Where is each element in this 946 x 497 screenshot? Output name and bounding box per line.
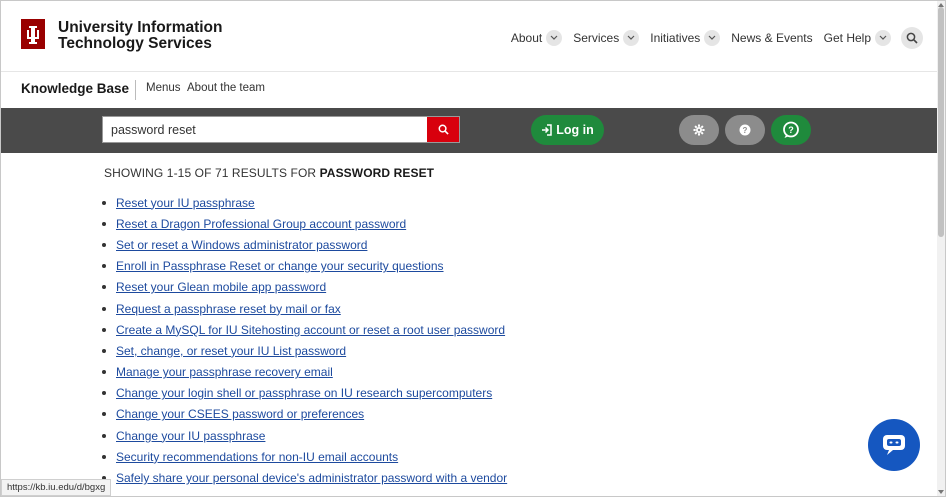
list-item: Reset your Glean mobile app password bbox=[102, 277, 507, 298]
list-item: Reset your IU passphrase bbox=[102, 192, 507, 213]
list-item: Change your login shell or passphrase on… bbox=[102, 383, 507, 404]
result-link[interactable]: Manage your passphrase recovery email bbox=[116, 365, 333, 379]
result-link[interactable]: Reset a Dragon Professional Group accoun… bbox=[116, 217, 406, 231]
divider bbox=[135, 80, 136, 100]
search-results: SHOWING 1-15 OF 71 RESULTS FOR PASSWORD … bbox=[102, 166, 507, 489]
result-link[interactable]: Reset your Glean mobile app password bbox=[116, 280, 326, 294]
result-link[interactable]: Create a MySQL for IU Sitehosting accoun… bbox=[116, 323, 505, 337]
bullet bbox=[102, 348, 106, 353]
bullet bbox=[102, 221, 106, 226]
list-item: Reset a Dragon Professional Group accoun… bbox=[102, 213, 507, 234]
list-item: Change your IU passphrase bbox=[102, 425, 507, 446]
chevron-down-icon[interactable] bbox=[875, 30, 891, 46]
bullet bbox=[102, 200, 106, 205]
kb-toolbar: Log in ? ? bbox=[1, 108, 937, 153]
site-header: University Information Technology Servic… bbox=[1, 1, 937, 72]
nav-services[interactable]: Services bbox=[573, 30, 640, 46]
result-link[interactable]: Set or reset a Windows administrator pas… bbox=[116, 238, 367, 252]
list-item: Create a MySQL for IU Sitehosting accoun… bbox=[102, 319, 507, 340]
result-link[interactable]: Request a passphrase reset by mail or fa… bbox=[116, 302, 341, 316]
login-icon bbox=[542, 124, 552, 136]
nav-about-label: About bbox=[510, 31, 543, 45]
list-item: Set, change, or reset your IU List passw… bbox=[102, 340, 507, 361]
kb-title[interactable]: Knowledge Base bbox=[21, 81, 129, 96]
nav-about[interactable]: About bbox=[510, 30, 563, 46]
nav-services-label: Services bbox=[573, 31, 620, 45]
list-item: Manage your passphrase recovery email bbox=[102, 362, 507, 383]
result-link[interactable]: Change your IU passphrase bbox=[116, 429, 265, 443]
nav-initiatives[interactable]: Initiatives bbox=[650, 30, 721, 46]
search-icon[interactable] bbox=[901, 27, 923, 49]
search-input[interactable] bbox=[103, 117, 443, 142]
svg-text:?: ? bbox=[743, 126, 748, 135]
bullet bbox=[102, 306, 106, 311]
nav-get-help-label: Get Help bbox=[823, 31, 871, 45]
list-item: Set or reset a Windows administrator pas… bbox=[102, 234, 507, 255]
brand-line-1: University Information bbox=[58, 19, 223, 36]
bullet bbox=[102, 433, 106, 438]
chatbot-button[interactable] bbox=[868, 419, 920, 471]
bullet bbox=[102, 454, 106, 459]
bullet bbox=[102, 412, 106, 417]
search-icon bbox=[438, 124, 449, 135]
help-icon[interactable]: ? bbox=[725, 115, 765, 145]
result-link[interactable]: Security recommendations for non-IU emai… bbox=[116, 450, 398, 464]
browser-status-url: https://kb.iu.edu/d/bgxg bbox=[1, 479, 112, 496]
result-link[interactable]: Change your login shell or passphrase on… bbox=[116, 386, 492, 400]
nav-news-events[interactable]: News & Events bbox=[731, 31, 812, 45]
chevron-down-icon[interactable] bbox=[623, 30, 640, 46]
nav-news-events-label: News & Events bbox=[731, 31, 813, 45]
result-link[interactable]: Enroll in Passphrase Reset or change you… bbox=[116, 259, 444, 273]
results-summary-prefix: SHOWING 1-15 OF 71 RESULTS FOR bbox=[104, 166, 317, 180]
list-item: Request a passphrase reset by mail or fa… bbox=[102, 298, 507, 319]
kb-link-menus[interactable]: Menus bbox=[146, 82, 181, 94]
scrollbar-thumb[interactable] bbox=[938, 7, 944, 237]
bullet bbox=[102, 264, 106, 269]
scroll-down-arrow-icon[interactable] bbox=[937, 488, 945, 496]
gear-icon[interactable] bbox=[679, 115, 719, 145]
list-item: Change your CSEES password or preference… bbox=[102, 404, 507, 425]
list-item: Enroll in Passphrase Reset or change you… bbox=[102, 256, 507, 277]
bullet bbox=[102, 327, 106, 332]
iu-trident-logo[interactable] bbox=[21, 19, 45, 49]
results-summary-query: PASSWORD RESET bbox=[319, 166, 435, 180]
search-box bbox=[102, 116, 460, 143]
chat-question-icon[interactable]: ? bbox=[771, 115, 811, 145]
bullet bbox=[102, 285, 106, 290]
nav-initiatives-label: Initiatives bbox=[650, 31, 701, 45]
brand-line-2: Technology Services bbox=[58, 35, 212, 52]
chevron-down-icon[interactable] bbox=[546, 30, 563, 46]
search-submit-button[interactable] bbox=[427, 117, 459, 142]
knowledge-base-bar: Knowledge Base Menus About the team bbox=[1, 72, 937, 108]
chatbot-icon bbox=[883, 435, 905, 455]
site-brand[interactable]: University Information Technology Servic… bbox=[58, 20, 223, 52]
login-label: Log in bbox=[556, 123, 594, 137]
list-item: Security recommendations for non-IU emai… bbox=[102, 446, 507, 467]
login-button[interactable]: Log in bbox=[531, 115, 604, 145]
kb-link-about-team[interactable]: About the team bbox=[187, 82, 265, 94]
bullet bbox=[102, 370, 106, 375]
bullet bbox=[102, 242, 106, 247]
chevron-down-icon[interactable] bbox=[704, 30, 721, 46]
result-link[interactable]: Safely share your personal device's admi… bbox=[116, 471, 507, 485]
svg-text:?: ? bbox=[788, 125, 794, 135]
top-navigation: About Services Initiatives News & Events… bbox=[500, 27, 923, 49]
vertical-scrollbar[interactable] bbox=[937, 1, 945, 496]
results-list: Reset your IU passphrase Reset a Dragon … bbox=[102, 192, 507, 489]
nav-get-help[interactable]: Get Help bbox=[824, 30, 891, 46]
results-summary: SHOWING 1-15 OF 71 RESULTS FOR PASSWORD … bbox=[104, 166, 507, 180]
result-link[interactable]: Change your CSEES password or preference… bbox=[116, 407, 364, 421]
bullet bbox=[102, 391, 106, 396]
list-item: Safely share your personal device's admi… bbox=[102, 467, 507, 488]
result-link[interactable]: Reset your IU passphrase bbox=[116, 196, 255, 210]
result-link[interactable]: Set, change, or reset your IU List passw… bbox=[116, 344, 346, 358]
